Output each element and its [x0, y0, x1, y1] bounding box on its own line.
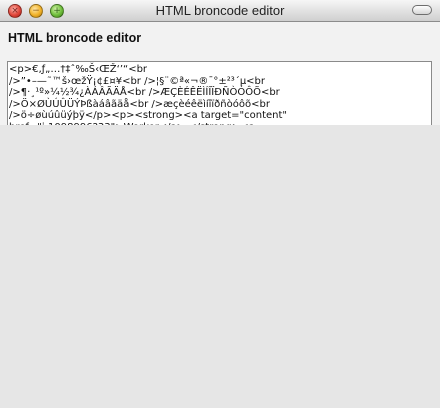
page-heading: HTML broncode editor — [8, 31, 142, 45]
toolbar-toggle-button[interactable] — [412, 5, 432, 15]
source-code-text[interactable]: <p>€‚ƒ„…†‡ˆ‰Š‹ŒŽ‘’“<br />”•–—˜™š›œžŸ¡¢£¤… — [8, 62, 431, 126]
source-code-editor[interactable]: <p>€‚ƒ„…†‡ˆ‰Š‹ŒŽ‘’“<br />”•–—˜™š›œžŸ¡¢£¤… — [7, 61, 432, 127]
editor-window: × − + HTML broncode editor HTML broncode… — [0, 0, 440, 408]
main-content: HTML broncode editor <p>€‚ƒ„…†‡ˆ‰Š‹ŒŽ‘’“… — [0, 22, 440, 127]
window-title: HTML broncode editor — [155, 3, 285, 18]
empty-background-area — [0, 125, 440, 408]
title-bar[interactable]: × − + HTML broncode editor — [0, 0, 440, 22]
